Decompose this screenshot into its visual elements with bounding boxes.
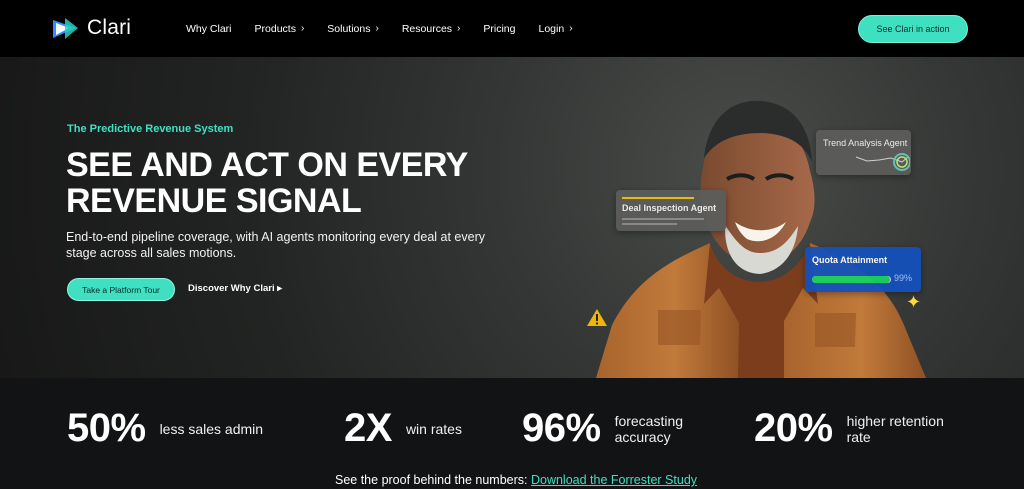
nav-pricing[interactable]: Pricing — [483, 23, 515, 35]
trend-analysis-card: Trend Analysis Agent — [816, 130, 911, 175]
stat-retention-rate: 20% higher retention rate — [754, 406, 957, 451]
see-clari-in-action-button[interactable]: See Clari in action — [858, 15, 968, 43]
deal-detail-line — [622, 223, 677, 225]
quota-attainment-label: Quota Attainment — [812, 255, 888, 265]
proof-description: See the proof behind the numbers: — [335, 473, 531, 487]
deal-status-line — [622, 197, 694, 199]
clari-logo-icon — [53, 17, 78, 39]
stat-number: 20% — [754, 406, 833, 450]
hero-eyebrow: The Predictive Revenue System — [67, 123, 234, 135]
stat-label: win rates — [405, 420, 462, 437]
deal-detail-line — [622, 218, 704, 220]
stat-forecasting-accuracy: 96% forecasting accuracy — [522, 406, 695, 451]
chevron-right-icon: › — [375, 23, 379, 34]
nav-products[interactable]: Products › — [255, 23, 305, 35]
hero-headline: SEE AND ACT ON EVERY REVENUE SIGNAL — [66, 146, 468, 220]
stat-number: 96% — [522, 406, 601, 450]
main-menu: Why Clari Products › Solutions › Resources… — [186, 0, 596, 57]
quota-attainment-card: Quota Attainment 99% — [805, 247, 921, 292]
proof-text: See the proof behind the numbers: Downlo… — [335, 473, 697, 487]
stat-sales-admin: 50% less sales admin — [67, 406, 263, 451]
quota-progress-fill — [812, 276, 891, 283]
quota-percentage: 99% — [894, 273, 913, 283]
deal-inspection-card: Deal Inspection Agent — [616, 190, 726, 231]
sparkle-icon: ✦ — [906, 292, 922, 312]
quota-progress-track — [812, 276, 891, 283]
warning-icon — [586, 307, 608, 329]
chevron-right-icon: › — [569, 23, 573, 34]
stats-section: 50% less sales admin 2X win rates 96% forec… — [0, 378, 1024, 489]
forrester-study-link[interactable]: Download the Forrester Study — [531, 473, 697, 487]
nav-solutions[interactable]: Solutions › — [327, 23, 379, 35]
stat-number: 50% — [67, 406, 146, 450]
hero-subtext: End-to-end pipeline coverage, with AI ag… — [66, 230, 485, 260]
clari-logo[interactable]: Clari — [52, 16, 131, 40]
chevron-right-icon: › — [300, 23, 305, 34]
platform-tour-button[interactable]: Take a Platform Tour — [67, 278, 175, 301]
nav-resources[interactable]: Resources › — [402, 23, 461, 35]
chevron-right-icon: › — [457, 23, 461, 34]
stat-label: higher retention rate — [846, 412, 944, 445]
stat-label: forecasting accuracy — [614, 412, 684, 445]
trend-chart-icon — [855, 153, 910, 171]
top-navigation: Clari Why Clari Products › Solutions › Res… — [0, 0, 1024, 57]
deal-inspection-label: Deal Inspection Agent — [622, 203, 717, 213]
discover-why-clari-link[interactable]: Discover Why Clari ▸ — [188, 283, 282, 294]
stat-win-rates: 2X win rates — [344, 406, 462, 451]
trend-analysis-label: Trend Analysis Agent — [823, 138, 908, 148]
stat-number: 2X — [344, 406, 392, 450]
brand-name: Clari — [87, 16, 132, 39]
hero-section: The Predictive Revenue System SEE AND AC… — [0, 57, 1024, 378]
nav-why-clari[interactable]: Why Clari — [186, 23, 232, 35]
nav-login[interactable]: Login › — [539, 23, 573, 35]
stat-label: less sales admin — [159, 420, 264, 437]
